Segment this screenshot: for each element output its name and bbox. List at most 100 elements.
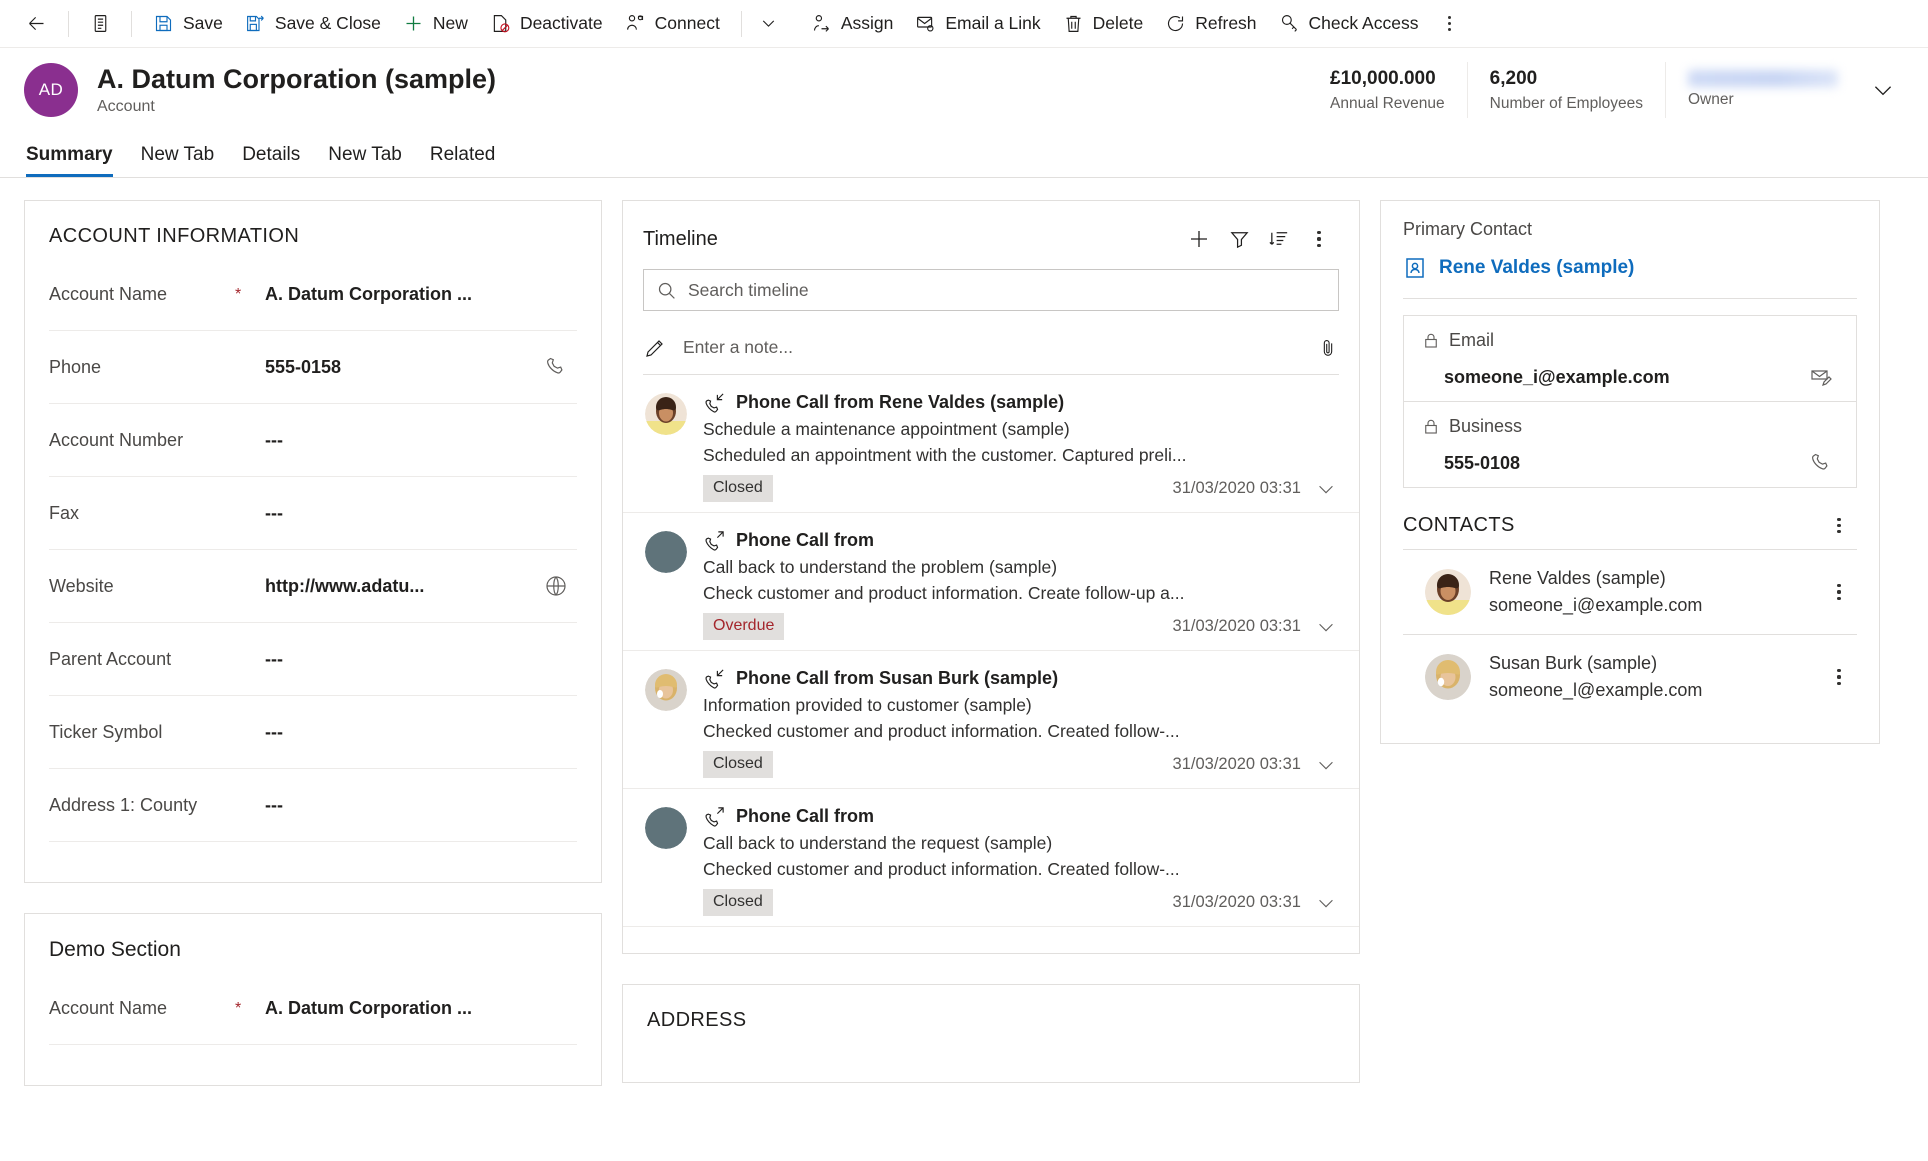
timeline-item-footer: Closed 31/03/2020 03:31 bbox=[703, 889, 1339, 916]
more-options-icon[interactable] bbox=[1821, 517, 1857, 534]
required-indicator bbox=[235, 512, 265, 514]
field-label: Ticker Symbol bbox=[49, 721, 163, 742]
primary-contact-link[interactable]: Rene Valdes (sample) bbox=[1403, 256, 1857, 280]
business-label: Business bbox=[1449, 416, 1523, 436]
header-field-owner[interactable]: Owner bbox=[1665, 62, 1860, 118]
list-item[interactable]: Rene Valdes (sample) someone_i@example.c… bbox=[1403, 550, 1857, 635]
more-options-icon[interactable] bbox=[1821, 584, 1857, 600]
deactivate-button[interactable]: Deactivate bbox=[479, 2, 614, 46]
field-value: A. Datum Corporation ... bbox=[265, 997, 472, 1018]
tab-summary[interactable]: Summary bbox=[26, 145, 127, 177]
contact-email-field[interactable]: Email someone_i@example.com bbox=[1404, 316, 1856, 401]
contact-business-phone-field[interactable]: Business 555-0108 bbox=[1404, 401, 1856, 487]
phone-icon[interactable] bbox=[535, 355, 577, 379]
field-account-name[interactable]: Account Name * A. Datum Corporation ... bbox=[49, 258, 577, 331]
card-spacer bbox=[623, 1042, 1359, 1082]
chevron-down-icon[interactable] bbox=[1313, 616, 1339, 638]
header-field-number-of-employees[interactable]: 6,200 Number of Employees bbox=[1466, 62, 1665, 118]
field-label: Account Number bbox=[49, 429, 184, 450]
email-value: someone_i@example.com bbox=[1444, 366, 1670, 387]
save-and-close-button[interactable]: Save & Close bbox=[234, 2, 392, 46]
primary-contact-label: Primary Contact bbox=[1403, 219, 1533, 239]
save-and-close-label: Save & Close bbox=[274, 12, 381, 33]
timeline-item[interactable]: Phone Call from Call back to understand … bbox=[623, 513, 1359, 651]
contacts-header: CONTACTS bbox=[1381, 488, 1879, 549]
chevron-down-icon[interactable] bbox=[1313, 478, 1339, 500]
create-timeline-record-icon[interactable] bbox=[1179, 221, 1219, 257]
timeline-item-title: Call back to understand the problem (sam… bbox=[703, 557, 1058, 577]
connect-button[interactable]: Connect bbox=[614, 2, 731, 46]
more-commands-icon[interactable] bbox=[1429, 2, 1469, 46]
timeline-item[interactable]: Phone Call from Rene Valdes (sample) Sch… bbox=[623, 375, 1359, 513]
field-label: Account Name bbox=[49, 283, 168, 304]
required-indicator bbox=[235, 804, 265, 806]
more-options-icon[interactable] bbox=[1821, 669, 1857, 685]
check-access-label: Check Access bbox=[1308, 12, 1419, 33]
field-account-number[interactable]: Account Number --- bbox=[49, 404, 577, 477]
primary-contact-block: Primary Contact Rene Valdes (sample) bbox=[1381, 201, 1879, 280]
field-fax[interactable]: Fax --- bbox=[49, 477, 577, 550]
compose-email-icon[interactable] bbox=[1804, 365, 1838, 389]
field-parent-account[interactable]: Parent Account --- bbox=[49, 623, 577, 696]
search-timeline-input[interactable]: Search timeline bbox=[643, 269, 1339, 311]
field-value: --- bbox=[265, 721, 283, 742]
field-address-1-county[interactable]: Address 1: County --- bbox=[49, 769, 577, 842]
tab-new-tab-2[interactable]: New Tab bbox=[314, 145, 416, 177]
tab-label: New Tab bbox=[140, 144, 215, 165]
tab-new-tab-1[interactable]: New Tab bbox=[127, 145, 229, 177]
chevron-down-icon[interactable] bbox=[1313, 892, 1339, 914]
required-indicator bbox=[235, 366, 265, 368]
tab-details[interactable]: Details bbox=[228, 145, 314, 177]
delete-button[interactable]: Delete bbox=[1052, 2, 1155, 46]
chevron-down-icon[interactable] bbox=[1860, 77, 1906, 103]
deactivate-label: Deactivate bbox=[519, 12, 603, 33]
timeline-item-subject: Phone Call from Susan Burk (sample) bbox=[736, 668, 1059, 688]
timeline-item[interactable]: Phone Call from Susan Burk (sample) Info… bbox=[623, 651, 1359, 789]
status-badge: Closed bbox=[703, 889, 773, 916]
lock-icon bbox=[1422, 418, 1440, 436]
contact-card-icon bbox=[1403, 256, 1427, 280]
sort-icon[interactable] bbox=[1259, 221, 1299, 257]
divider bbox=[1403, 298, 1857, 299]
paperclip-icon[interactable] bbox=[1317, 337, 1339, 359]
field-phone[interactable]: Phone 555-0158 bbox=[49, 331, 577, 404]
contacts-title: CONTACTS bbox=[1403, 514, 1515, 536]
field-label: Address 1: County bbox=[49, 794, 198, 815]
form-body: ACCOUNT INFORMATION Account Name * A. Da… bbox=[0, 178, 1928, 1161]
tab-label: New Tab bbox=[328, 144, 402, 165]
enter-a-note-input[interactable]: Enter a note... bbox=[643, 321, 1339, 375]
list-item[interactable]: Susan Burk (sample) someone_l@example.co… bbox=[1403, 635, 1857, 719]
chevron-down-icon[interactable] bbox=[1313, 754, 1339, 776]
timeline-item-heading: Phone Call from bbox=[703, 805, 1339, 828]
avatar bbox=[645, 669, 687, 711]
header-field-annual-revenue[interactable]: £10,000.000 Annual Revenue bbox=[1308, 62, 1467, 118]
field-demo-account-name[interactable]: Account Name * A. Datum Corporation ... bbox=[49, 972, 577, 1045]
timeline-item-body: Phone Call from Call back to understand … bbox=[703, 529, 1339, 640]
email-a-link-button[interactable]: Email a Link bbox=[904, 2, 1051, 46]
save-button[interactable]: Save bbox=[142, 2, 234, 46]
tab-related[interactable]: Related bbox=[416, 145, 510, 177]
field-ticker-symbol[interactable]: Ticker Symbol --- bbox=[49, 696, 577, 769]
field-label: Phone bbox=[49, 356, 102, 377]
filter-icon[interactable] bbox=[1219, 221, 1259, 257]
timeline-item-description: Checked customer and product information… bbox=[703, 859, 1180, 879]
email-a-link-label: Email a Link bbox=[945, 12, 1041, 33]
check-access-button[interactable]: Check Access bbox=[1268, 2, 1430, 46]
form-list-icon[interactable] bbox=[79, 3, 121, 45]
phone-icon[interactable] bbox=[1804, 451, 1838, 475]
timeline-item-title: Schedule a maintenance appointment (samp… bbox=[703, 419, 1070, 439]
new-button[interactable]: New bbox=[392, 2, 479, 46]
contact-email: someone_l@example.com bbox=[1489, 680, 1703, 700]
globe-icon[interactable] bbox=[535, 574, 577, 598]
assign-button[interactable]: Assign bbox=[800, 2, 905, 46]
field-website[interactable]: Website http://www.adatu... bbox=[49, 550, 577, 623]
demo-section-card: Demo Section Account Name * A. Datum Cor… bbox=[24, 913, 602, 1086]
chevron-down-icon[interactable] bbox=[752, 2, 786, 46]
entity-name: Account bbox=[97, 97, 155, 115]
avatar: AD bbox=[24, 63, 78, 117]
timeline-item[interactable]: Phone Call from Call back to understand … bbox=[623, 789, 1359, 927]
refresh-button[interactable]: Refresh bbox=[1154, 2, 1267, 46]
connect-label: Connect bbox=[654, 12, 720, 33]
more-options-icon[interactable] bbox=[1299, 221, 1339, 257]
back-arrow-icon[interactable] bbox=[14, 2, 58, 46]
